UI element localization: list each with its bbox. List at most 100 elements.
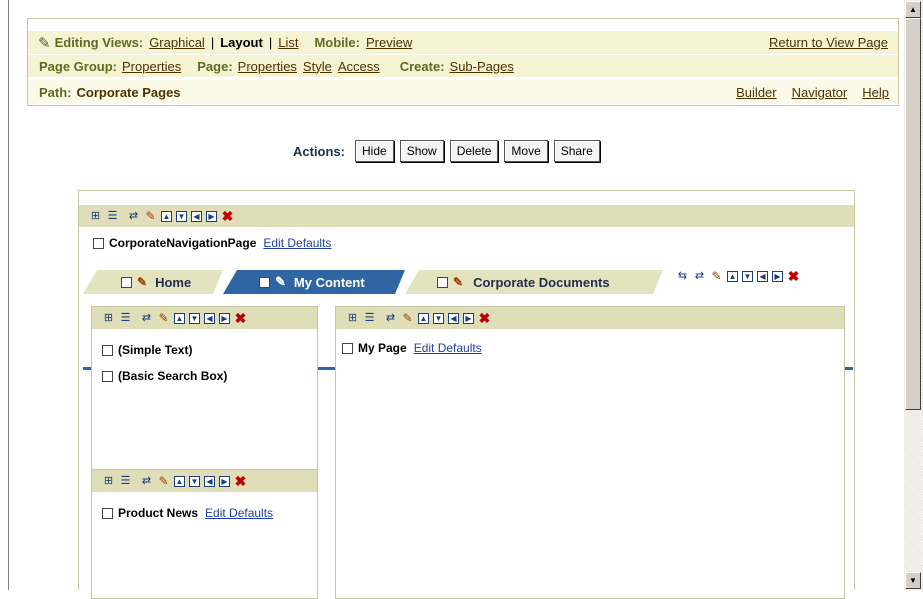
edit-defaults-link[interactable]: Edit Defaults bbox=[263, 236, 331, 250]
tab-corporate-documents-checkbox[interactable] bbox=[437, 277, 448, 288]
show-button[interactable]: Show bbox=[399, 140, 444, 162]
editing-views-label: Editing Views: bbox=[54, 35, 144, 50]
actions-label: Actions: bbox=[293, 143, 345, 159]
preview-link[interactable]: Preview bbox=[366, 35, 412, 50]
pencil-icon[interactable]: ✎ bbox=[137, 275, 147, 289]
move-left-icon[interactable]: ◀ bbox=[757, 271, 768, 282]
delete-icon[interactable]: ✖ bbox=[234, 474, 247, 488]
delete-button[interactable]: Delete bbox=[449, 140, 499, 162]
add-portlet-icon[interactable]: ⇄ bbox=[127, 210, 140, 223]
layout-view-current: Layout bbox=[220, 35, 263, 50]
list-icon[interactable]: ☰ bbox=[363, 312, 376, 325]
access-link[interactable]: Access bbox=[338, 59, 380, 74]
move-down-icon[interactable]: ▼ bbox=[742, 271, 753, 282]
delete-icon[interactable]: ✖ bbox=[221, 209, 234, 223]
move-right-icon[interactable]: ▶ bbox=[463, 312, 474, 324]
list-item: (Basic Search Box) bbox=[102, 369, 227, 383]
delete-icon[interactable]: ✖ bbox=[234, 311, 247, 325]
scroll-thumb[interactable] bbox=[905, 18, 921, 410]
list-item: (Simple Text) bbox=[102, 343, 192, 357]
views-row: ✎ Editing Views: Graphical | Layout | Li… bbox=[28, 31, 898, 54]
add-tab-icon[interactable]: ⇆ bbox=[676, 270, 689, 283]
navigator-link[interactable]: Navigator bbox=[792, 85, 848, 100]
add-item-icon[interactable]: ⊞ bbox=[102, 475, 115, 488]
sub-pages-link[interactable]: Sub-Pages bbox=[450, 59, 514, 74]
list-item: My Page Edit Defaults bbox=[342, 341, 482, 355]
builder-link[interactable]: Builder bbox=[736, 85, 776, 100]
move-button[interactable]: Move bbox=[504, 140, 548, 162]
scroll-down-button[interactable]: ▼ bbox=[905, 572, 921, 589]
pencil-icon[interactable]: ✎ bbox=[157, 311, 170, 325]
pencil-icon[interactable]: ✎ bbox=[157, 474, 170, 488]
separator: | bbox=[210, 35, 215, 50]
add-portlet-icon[interactable]: ⇄ bbox=[140, 475, 153, 488]
add-item-icon[interactable]: ⊞ bbox=[102, 312, 115, 325]
move-right-icon[interactable]: ▶ bbox=[219, 475, 230, 487]
item-checkbox[interactable] bbox=[102, 507, 113, 519]
path-value: Corporate Pages bbox=[76, 84, 181, 100]
add-portlet-icon[interactable]: ⇄ bbox=[384, 312, 397, 325]
item-checkbox[interactable] bbox=[342, 342, 353, 354]
style-link[interactable]: Style bbox=[303, 59, 332, 74]
help-link[interactable]: Help bbox=[862, 85, 889, 100]
item-checkbox[interactable] bbox=[102, 370, 113, 382]
item-title: My Page bbox=[358, 341, 407, 355]
move-left-icon[interactable]: ◀ bbox=[204, 312, 215, 324]
move-right-icon[interactable]: ▶ bbox=[219, 312, 230, 324]
list-link[interactable]: List bbox=[278, 35, 298, 50]
edit-defaults-link[interactable]: Edit Defaults bbox=[414, 341, 482, 355]
edit-defaults-link[interactable]: Edit Defaults bbox=[205, 506, 273, 520]
hide-button[interactable]: Hide bbox=[355, 140, 394, 162]
nav-page-checkbox[interactable] bbox=[93, 237, 104, 249]
move-left-icon[interactable]: ◀ bbox=[204, 475, 215, 487]
move-down-icon[interactable]: ▼ bbox=[433, 312, 444, 324]
region-toolbar: ⊞ ☰ ⇄ ✎ ▲ ▼ ◀ ▶ ✖ bbox=[79, 205, 854, 227]
add-portlet-icon[interactable]: ⇄ bbox=[693, 270, 706, 283]
add-item-icon[interactable]: ⊞ bbox=[89, 210, 102, 223]
tab-corporate-documents[interactable]: ✎ Corporate Documents bbox=[405, 270, 663, 294]
item-checkbox[interactable] bbox=[102, 344, 113, 356]
move-left-icon[interactable]: ◀ bbox=[448, 312, 459, 324]
pencil-icon[interactable]: ✎ bbox=[144, 209, 157, 223]
page-properties-link[interactable]: Properties bbox=[238, 59, 297, 74]
item-title: Product News bbox=[118, 506, 199, 520]
move-down-icon[interactable]: ▼ bbox=[189, 475, 200, 487]
graphical-link[interactable]: Graphical bbox=[149, 35, 205, 50]
tab-home[interactable]: ✎ Home bbox=[83, 270, 223, 294]
tab-home-checkbox[interactable] bbox=[121, 277, 132, 288]
editing-header: ✎ Editing Views: Graphical | Layout | Li… bbox=[27, 18, 899, 106]
nav-page-title: CorporateNavigationPage bbox=[109, 236, 257, 250]
list-icon[interactable]: ☰ bbox=[106, 210, 119, 223]
pencil-icon[interactable]: ✎ bbox=[275, 274, 286, 290]
delete-icon[interactable]: ✖ bbox=[787, 269, 800, 283]
move-right-icon[interactable]: ▶ bbox=[206, 210, 217, 222]
move-left-icon[interactable]: ◀ bbox=[191, 210, 202, 222]
vertical-scrollbar[interactable]: ▲ ▼ bbox=[904, 0, 923, 590]
pencil-icon[interactable]: ✎ bbox=[401, 311, 414, 325]
list-icon[interactable]: ☰ bbox=[119, 475, 132, 488]
add-portlet-icon[interactable]: ⇄ bbox=[140, 312, 153, 325]
add-item-icon[interactable]: ⊞ bbox=[346, 312, 359, 325]
region-toolbar: ⊞ ☰ ⇄ ✎ ▲ ▼ ◀ ▶ ✖ bbox=[92, 470, 317, 492]
pencil-icon[interactable]: ✎ bbox=[710, 270, 723, 283]
actions-bar: Actions: Hide Show Delete Move Share bbox=[293, 140, 600, 162]
left-top-region: ⊞ ☰ ⇄ ✎ ▲ ▼ ◀ ▶ ✖ (Simple Text) (Basic S… bbox=[91, 306, 318, 474]
share-button[interactable]: Share bbox=[553, 140, 600, 162]
move-down-icon[interactable]: ▼ bbox=[176, 210, 187, 222]
move-up-icon[interactable]: ▲ bbox=[727, 271, 738, 282]
tab-my-content[interactable]: ✎ My Content bbox=[223, 270, 405, 294]
list-icon[interactable]: ☰ bbox=[119, 312, 132, 325]
region-toolbar: ⊞ ☰ ⇄ ✎ ▲ ▼ ◀ ▶ ✖ bbox=[92, 307, 317, 329]
delete-icon[interactable]: ✖ bbox=[478, 311, 491, 325]
move-right-icon[interactable]: ▶ bbox=[772, 271, 783, 282]
move-up-icon[interactable]: ▲ bbox=[174, 475, 185, 487]
move-up-icon[interactable]: ▲ bbox=[161, 210, 172, 222]
pencil-icon[interactable]: ✎ bbox=[453, 275, 463, 289]
move-down-icon[interactable]: ▼ bbox=[189, 312, 200, 324]
move-up-icon[interactable]: ▲ bbox=[174, 312, 185, 324]
tab-my-content-checkbox[interactable] bbox=[259, 277, 270, 288]
move-up-icon[interactable]: ▲ bbox=[418, 312, 429, 324]
scroll-up-button[interactable]: ▲ bbox=[905, 1, 921, 18]
page-group-properties-link[interactable]: Properties bbox=[122, 59, 181, 74]
return-to-view-link[interactable]: Return to View Page bbox=[769, 35, 888, 50]
